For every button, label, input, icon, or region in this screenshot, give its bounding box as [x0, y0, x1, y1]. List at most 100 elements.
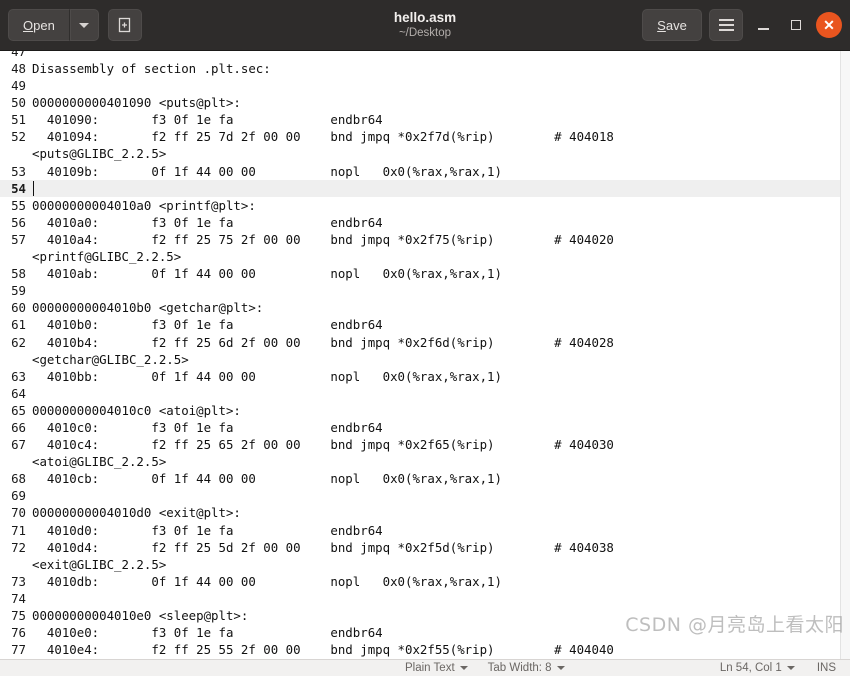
code-line[interactable]: 60 00000000004010b0 <getchar@plt>:	[0, 299, 850, 317]
line-number: 58	[0, 265, 29, 283]
code-line[interactable]: 49	[0, 77, 850, 95]
code-view[interactable]: 47 48 Disassembly of section .plt.sec: 49 50…	[0, 51, 850, 659]
language-selector[interactable]: Plain Text	[405, 662, 468, 674]
code-line[interactable]: <puts@GLIBC_2.2.5>	[0, 145, 850, 163]
code-line[interactable]: 59	[0, 282, 850, 300]
line-number: 52	[0, 128, 29, 146]
insert-mode-label: INS	[816, 662, 836, 674]
code-line-text: Disassembly of section .plt.sec:	[32, 61, 271, 76]
code-line[interactable]: 75 00000000004010e0 <sleep@plt>:	[0, 607, 850, 625]
code-line-text: 4010bb: 0f 1f 44 00 00 nopl 0x0(%rax,%ra…	[32, 368, 502, 384]
code-line[interactable]: 70 00000000004010d0 <exit@plt>:	[0, 504, 850, 522]
hamburger-menu-icon	[718, 19, 734, 31]
code-line-text: 4010e0: f3 0f 1e fa endbr64	[32, 625, 383, 641]
line-number: 59	[0, 282, 29, 300]
line-number: 69	[0, 487, 29, 505]
code-line[interactable]: 57 4010a4: f2 ff 25 75 2f 00 00 bnd jmpq…	[0, 230, 850, 249]
code-line[interactable]: 64	[0, 384, 850, 402]
line-number: 53	[0, 162, 29, 180]
save-button[interactable]: Save	[642, 9, 702, 41]
code-line[interactable]: <printf@GLIBC_2.2.5>	[0, 248, 850, 266]
code-line[interactable]: 58 4010ab: 0f 1f 44 00 00 nopl 0x0(%rax,…	[0, 265, 850, 283]
line-number: 77	[0, 641, 29, 659]
code-line[interactable]: 69	[0, 487, 850, 505]
maximize-button[interactable]	[783, 12, 809, 38]
line-number-continuation	[0, 248, 29, 266]
new-document-button[interactable]	[107, 9, 142, 41]
line-number: 73	[0, 572, 29, 590]
close-icon: ✕	[823, 17, 835, 33]
open-dropdown-button[interactable]	[69, 9, 99, 41]
code-line[interactable]: 62 4010b4: f2 ff 25 6d 2f 00 00 bnd jmpq…	[0, 333, 850, 351]
code-line[interactable]: 71 4010d0: f3 0f 1e fa endbr64	[0, 521, 850, 539]
code-line[interactable]: 50 0000000000401090 <puts@plt>:	[0, 94, 850, 112]
code-line-text: 4010db: 0f 1f 44 00 00 nopl 0x0(%rax,%ra…	[32, 573, 502, 589]
main-menu-button[interactable]	[709, 9, 743, 41]
code-line[interactable]: 65 00000000004010c0 <atoi@plt>:	[0, 401, 850, 419]
code-line[interactable]: 52 401094: f2 ff 25 7d 2f 00 00 bnd jmpq…	[0, 128, 850, 146]
code-line-text: 4010b4: f2 ff 25 6d 2f 00 00 bnd jmpq *0…	[32, 334, 614, 350]
code-line[interactable]: 63 4010bb: 0f 1f 44 00 00 nopl 0x0(%rax,…	[0, 367, 850, 385]
chevron-down-icon	[786, 666, 795, 670]
code-line-text: 4010a0: f3 0f 1e fa endbr64	[32, 214, 383, 230]
code-line-text: 00000000004010c0 <atoi@plt>:	[32, 402, 241, 418]
code-line-partial[interactable]: 47	[0, 51, 850, 60]
code-line[interactable]: 66 4010c0: f3 0f 1e fa endbr64	[0, 418, 850, 437]
code-line[interactable]: 54	[0, 179, 850, 197]
status-bar-right: Ln 54, Col 1 INS	[720, 662, 836, 674]
tab-width-label: Tab Width: 8	[487, 662, 552, 674]
line-number: 66	[0, 418, 29, 437]
code-line-text: 4010b0: f3 0f 1e fa endbr64	[32, 317, 383, 333]
code-line-text: 4010a4: f2 ff 25 75 2f 00 00 bnd jmpq *0…	[32, 231, 614, 247]
minimize-icon	[757, 28, 769, 30]
cursor-position-selector[interactable]: Ln 54, Col 1	[720, 662, 795, 674]
code-line-text: 00000000004010d0 <exit@plt>:	[32, 505, 241, 521]
code-line[interactable]: 67 4010c4: f2 ff 25 65 2f 00 00 bnd jmpq…	[0, 436, 850, 454]
line-number: 62	[0, 333, 29, 351]
code-line[interactable]: 55 00000000004010a0 <printf@plt>:	[0, 196, 850, 214]
code-line-text: 00000000004010a0 <printf@plt>:	[32, 197, 256, 213]
code-line[interactable]: 61 4010b0: f3 0f 1e fa endbr64	[0, 316, 850, 334]
open-button[interactable]: Open	[8, 9, 70, 41]
line-number-continuation	[0, 453, 29, 471]
code-line[interactable]: 77 4010e4: f2 ff 25 55 2f 00 00 bnd jmpq…	[0, 641, 850, 659]
code-line[interactable]: 76 4010e0: f3 0f 1e fa endbr64	[0, 624, 850, 642]
line-number: 50	[0, 94, 29, 112]
code-line[interactable]: 72 4010d4: f2 ff 25 5d 2f 00 00 bnd jmpq…	[0, 538, 850, 556]
tab-width-selector[interactable]: Tab Width: 8	[488, 662, 565, 674]
code-line[interactable]: 51 401090: f3 0f 1e fa endbr64	[0, 111, 850, 129]
save-button-label: Save	[657, 17, 687, 33]
code-line-text: <printf@GLIBC_2.2.5>	[32, 249, 182, 265]
code-line[interactable]: 74	[0, 589, 850, 607]
chevron-down-icon	[459, 666, 468, 670]
code-line-text: 4010c0: f3 0f 1e fa endbr64	[32, 419, 383, 435]
line-number: 56	[0, 213, 29, 231]
cursor-position-label: Ln 54, Col 1	[719, 662, 782, 674]
open-button-label: Open	[23, 17, 55, 33]
line-number: 47	[0, 51, 29, 59]
code-line[interactable]: 56 4010a0: f3 0f 1e fa endbr64	[0, 213, 850, 231]
line-number: 74	[0, 589, 29, 607]
code-line[interactable]: 68 4010cb: 0f 1f 44 00 00 nopl 0x0(%rax,…	[0, 470, 850, 488]
vertical-scrollbar[interactable]	[840, 51, 850, 659]
code-line[interactable]: 48 Disassembly of section .plt.sec:	[0, 60, 850, 78]
window-title: hello.asm	[393, 10, 457, 25]
editor-area[interactable]: 47 48 Disassembly of section .plt.sec: 49 50…	[0, 51, 850, 659]
code-line[interactable]: 53 40109b: 0f 1f 44 00 00 nopl 0x0(%rax,…	[0, 162, 850, 180]
line-number: 61	[0, 316, 29, 334]
code-line[interactable]: <exit@GLIBC_2.2.5>	[0, 555, 850, 573]
code-line[interactable]: <getchar@GLIBC_2.2.5>	[0, 350, 850, 368]
code-line[interactable]: <atoi@GLIBC_2.2.5>	[0, 453, 850, 471]
minimize-button[interactable]	[750, 12, 776, 38]
code-line-text: 40109b: 0f 1f 44 00 00 nopl 0x0(%rax,%ra…	[32, 163, 502, 179]
code-line[interactable]: 73 4010db: 0f 1f 44 00 00 nopl 0x0(%rax,…	[0, 572, 850, 590]
chevron-down-icon	[79, 22, 90, 28]
gedit-window: Open hello.asm ~/Desktop Save ✕ 47 48 Di…	[0, 0, 850, 676]
code-line-text: <puts@GLIBC_2.2.5>	[32, 146, 167, 162]
code-line-text: 4010d4: f2 ff 25 5d 2f 00 00 bnd jmpq *0…	[32, 539, 614, 555]
line-number-continuation	[0, 350, 29, 368]
close-button[interactable]: ✕	[816, 12, 842, 38]
